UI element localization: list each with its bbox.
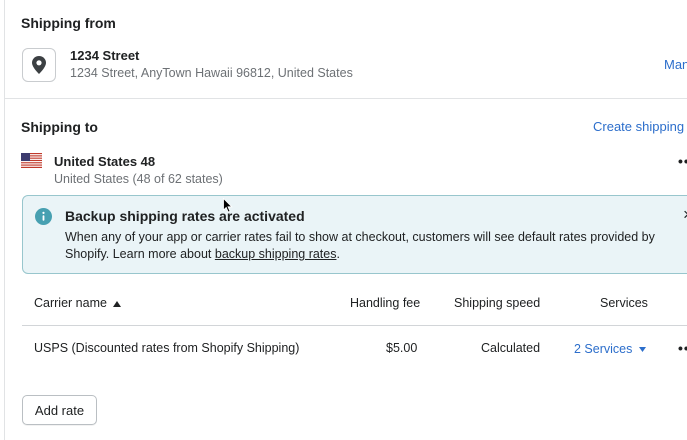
column-header-shipping-speed: Shipping speed (454, 296, 541, 310)
panel-left-border (4, 0, 5, 440)
table-header-divider (22, 325, 687, 326)
mouse-cursor-icon (223, 198, 233, 213)
rate-more-actions-icon[interactable]: •• (678, 340, 687, 356)
services-label: 2 Services (574, 342, 633, 356)
banner-text-end: . (336, 247, 340, 261)
backup-rates-banner: Backup shipping rates are activated When… (22, 195, 687, 274)
create-shipping-zone-link[interactable]: Create shipping z (593, 119, 687, 134)
carrier-name-cell: USPS (Discounted rates from Shopify Ship… (34, 341, 300, 355)
column-header-services: Services (600, 296, 648, 310)
zone-name: United States 48 (54, 154, 156, 169)
location-icon-box (22, 48, 56, 82)
us-flag-icon (21, 153, 42, 168)
info-icon (35, 208, 52, 225)
carrier-header-label: Carrier name (34, 296, 107, 310)
chevron-down-icon (638, 347, 646, 353)
services-dropdown[interactable]: 2 Services (574, 342, 646, 356)
banner-text: When any of your app or carrier rates fa… (65, 229, 665, 263)
handling-fee-cell: $5.00 (386, 341, 418, 355)
zone-detail: United States (48 of 62 states) (54, 172, 223, 186)
location-name: 1234 Street (70, 48, 140, 63)
banner-title: Backup shipping rates are activated (65, 208, 305, 224)
shipping-to-title: Shipping to (21, 119, 98, 135)
add-rate-button[interactable]: Add rate (22, 395, 97, 425)
sort-ascending-icon (113, 300, 122, 307)
location-address: 1234 Street, AnyTown Hawaii 96812, Unite… (70, 66, 353, 80)
location-pin-icon (32, 56, 46, 74)
shipping-speed-cell: Calculated (481, 341, 541, 355)
close-icon[interactable]: × (683, 205, 687, 225)
backup-shipping-rates-link[interactable]: backup shipping rates (215, 247, 337, 261)
banner-text-body: When any of your app or carrier rates fa… (65, 230, 655, 261)
column-header-handling-fee: Handling fee (350, 296, 421, 310)
column-header-carrier[interactable]: Carrier name (34, 296, 122, 310)
section-divider (4, 98, 687, 99)
manage-location-link[interactable]: Man (664, 57, 687, 72)
shipping-from-title: Shipping from (21, 15, 116, 31)
zone-more-actions-icon[interactable]: •• (678, 153, 687, 169)
